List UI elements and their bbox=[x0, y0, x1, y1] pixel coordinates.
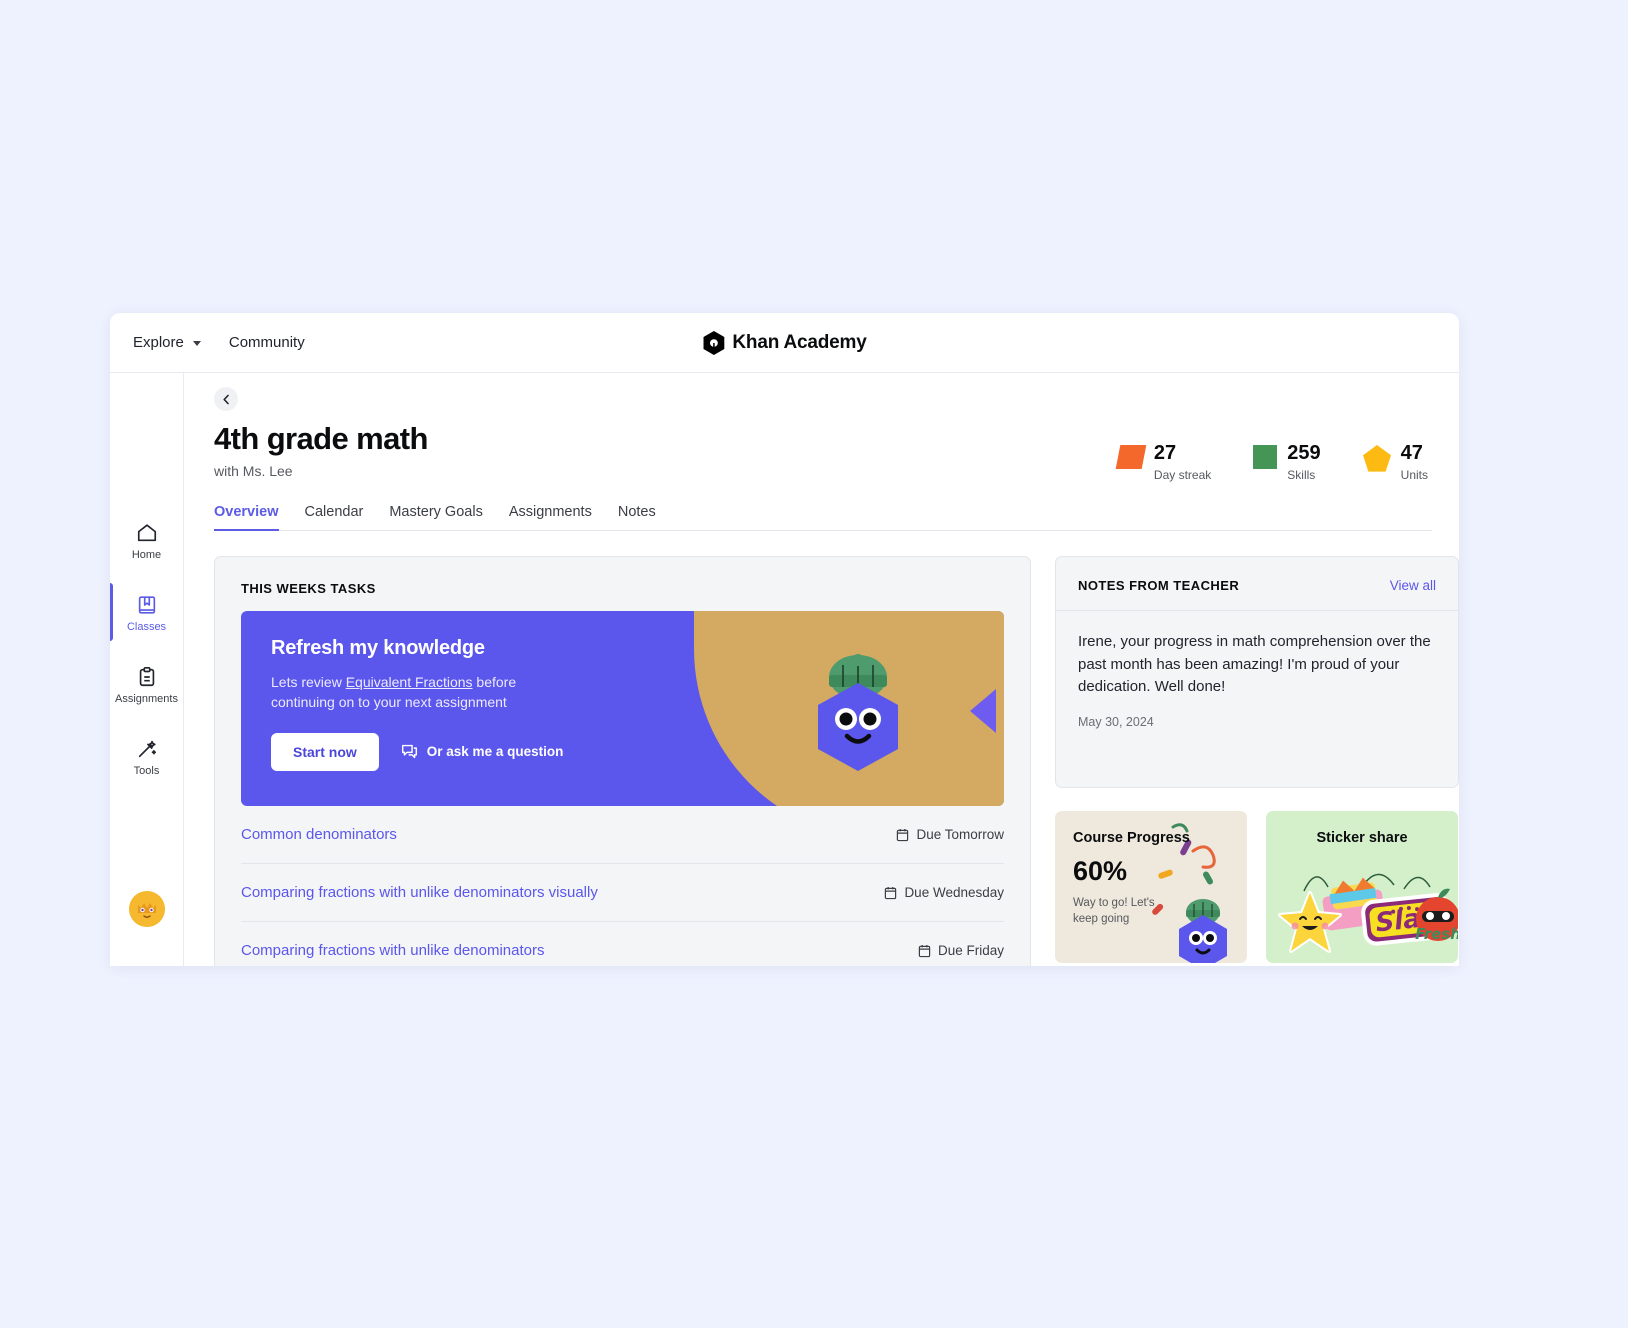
ask-question-label: Or ask me a question bbox=[426, 744, 564, 760]
magic-wand-icon bbox=[138, 740, 156, 757]
tab-notes[interactable]: Notes bbox=[618, 504, 656, 530]
course-progress-card[interactable]: Course Progress 60% Way to go! Let's kee… bbox=[1055, 811, 1247, 963]
this-weeks-tasks-card: THIS WEEKS TASKS Refresh my knowledge Le… bbox=[214, 556, 1031, 966]
refresh-knowledge-banner: Refresh my knowledge Lets review Equival… bbox=[241, 611, 1004, 806]
stat-units: 47 Units bbox=[1362, 442, 1428, 482]
tab-calendar[interactable]: Calendar bbox=[305, 504, 364, 530]
banner-title: Refresh my knowledge bbox=[271, 637, 485, 659]
clipboard-icon bbox=[139, 666, 154, 686]
skills-square-icon bbox=[1253, 445, 1278, 469]
stats-group: 27 Day streak 259 Skills 47 Units bbox=[1115, 442, 1432, 482]
back-button[interactable] bbox=[214, 387, 238, 411]
sidebar-item-assignments-label: Assignments bbox=[115, 692, 178, 705]
sticker-share-title: Sticker share bbox=[1316, 830, 1408, 846]
tab-assignments[interactable]: Assignments bbox=[509, 504, 592, 530]
left-sidebar: Home Classes Assignments Tools bbox=[110, 373, 184, 966]
sidebar-item-tools-label: Tools bbox=[133, 764, 160, 777]
right-column: NOTES FROM TEACHER View all Irene, your … bbox=[1055, 556, 1459, 966]
notes-card-title: NOTES FROM TEACHER bbox=[1078, 578, 1240, 593]
sidebar-item-home[interactable]: Home bbox=[110, 505, 183, 577]
task-due-label: Due Friday bbox=[937, 943, 1004, 958]
nav-explore[interactable]: Explore bbox=[133, 334, 201, 351]
user-avatar[interactable] bbox=[128, 891, 165, 927]
calendar-icon bbox=[897, 828, 909, 841]
streak-parallelogram-icon bbox=[1115, 445, 1147, 469]
stat-skills-value: 259 bbox=[1287, 442, 1321, 464]
stat-day-streak-value: 27 bbox=[1153, 442, 1177, 464]
page-subtitle: with Ms. Lee bbox=[214, 463, 293, 479]
note-date: May 30, 2024 bbox=[1078, 714, 1154, 729]
tab-overview[interactable]: Overview bbox=[214, 504, 279, 531]
app-window: Explore Community Khan Academy Home Clas… bbox=[110, 313, 1459, 966]
sticker-illustration: Slay Fresh bbox=[1278, 873, 1458, 953]
nav-community[interactable]: Community bbox=[229, 334, 305, 351]
avatar-character-icon bbox=[128, 891, 165, 927]
task-name: Comparing fractions with unlike denomina… bbox=[241, 884, 598, 901]
tasks-section-title: THIS WEEKS TASKS bbox=[241, 581, 376, 596]
svg-text:Fresh: Fresh bbox=[1415, 925, 1458, 943]
page-title: 4th grade math bbox=[214, 421, 428, 456]
sidebar-item-classes[interactable]: Classes bbox=[110, 577, 183, 649]
stat-day-streak: 27 Day streak bbox=[1115, 442, 1212, 482]
calendar-icon bbox=[918, 944, 931, 957]
notes-from-teacher-card: NOTES FROM TEACHER View all Irene, your … bbox=[1055, 556, 1459, 788]
chat-bubbles-icon bbox=[401, 744, 417, 759]
task-row[interactable]: Common denominators Due Tomorrow bbox=[241, 806, 1004, 864]
task-due: Due Wednesday bbox=[884, 885, 1004, 900]
brand-logo[interactable]: Khan Academy bbox=[702, 330, 867, 355]
note-body-text: Irene, your progress in math comprehensi… bbox=[1078, 633, 1431, 695]
stat-units-label: Units bbox=[1400, 468, 1428, 482]
task-due-label: Due Tomorrow bbox=[916, 827, 1004, 842]
banner-text-before: Lets review bbox=[271, 674, 346, 690]
home-icon bbox=[137, 523, 156, 541]
units-pentagon-icon bbox=[1362, 445, 1391, 477]
top-navigation-bar: Explore Community Khan Academy bbox=[110, 313, 1459, 373]
sidebar-item-assignments[interactable]: Assignments bbox=[110, 649, 183, 721]
book-bookmark-icon bbox=[138, 595, 155, 614]
course-progress-percent: 60% bbox=[1073, 856, 1128, 886]
view-all-notes-link[interactable]: View all bbox=[1390, 578, 1436, 593]
tab-bar: Overview Calendar Mastery Goals Assignme… bbox=[214, 504, 1432, 531]
khan-academy-hexagon-icon bbox=[703, 330, 724, 355]
task-name: Comparing fractions with unlike denomina… bbox=[241, 942, 545, 959]
tab-mastery-goals[interactable]: Mastery Goals bbox=[389, 504, 482, 530]
ask-question-link[interactable]: Or ask me a question bbox=[401, 743, 564, 760]
main-content: 4th grade math with Ms. Lee 27 Day strea… bbox=[184, 373, 1459, 966]
sidebar-item-classes-label: Classes bbox=[126, 620, 167, 633]
task-due-label: Due Wednesday bbox=[904, 885, 1004, 900]
stat-skills-label: Skills bbox=[1287, 468, 1316, 482]
equivalent-fractions-link[interactable]: Equivalent Fractions bbox=[346, 674, 473, 690]
banner-description: Lets review Equivalent Fractions before … bbox=[271, 672, 561, 713]
task-row[interactable]: Comparing fractions with unlike denomina… bbox=[241, 922, 1004, 966]
stat-skills: 259 Skills bbox=[1253, 442, 1321, 482]
sticker-share-card[interactable]: Sticker share Slay Fresh bbox=[1266, 811, 1458, 963]
calendar-icon bbox=[885, 886, 897, 899]
hexagon-character-small bbox=[1169, 896, 1237, 963]
stat-units-value: 47 bbox=[1400, 442, 1423, 464]
chevron-left-icon bbox=[222, 394, 229, 404]
task-row[interactable]: Comparing fractions with unlike denomina… bbox=[241, 864, 1004, 922]
course-progress-title: Course Progress bbox=[1073, 830, 1190, 846]
task-due: Due Friday bbox=[918, 943, 1004, 958]
start-now-button[interactable]: Start now bbox=[271, 732, 379, 771]
page-heading-block: 4th grade math with Ms. Lee bbox=[214, 411, 428, 479]
sidebar-item-home-label: Home bbox=[131, 548, 162, 561]
nav-explore-label: Explore bbox=[133, 334, 184, 351]
brand-name: Khan Academy bbox=[732, 331, 867, 353]
sidebar-item-tools[interactable]: Tools bbox=[110, 721, 183, 793]
course-progress-note: Way to go! Let's keep going bbox=[1073, 897, 1155, 926]
chevron-down-icon bbox=[192, 341, 201, 346]
task-name: Common denominators bbox=[241, 826, 397, 843]
task-due: Due Tomorrow bbox=[896, 827, 1004, 842]
nav-community-label: Community bbox=[228, 334, 305, 351]
stat-day-streak-label: Day streak bbox=[1153, 468, 1212, 482]
